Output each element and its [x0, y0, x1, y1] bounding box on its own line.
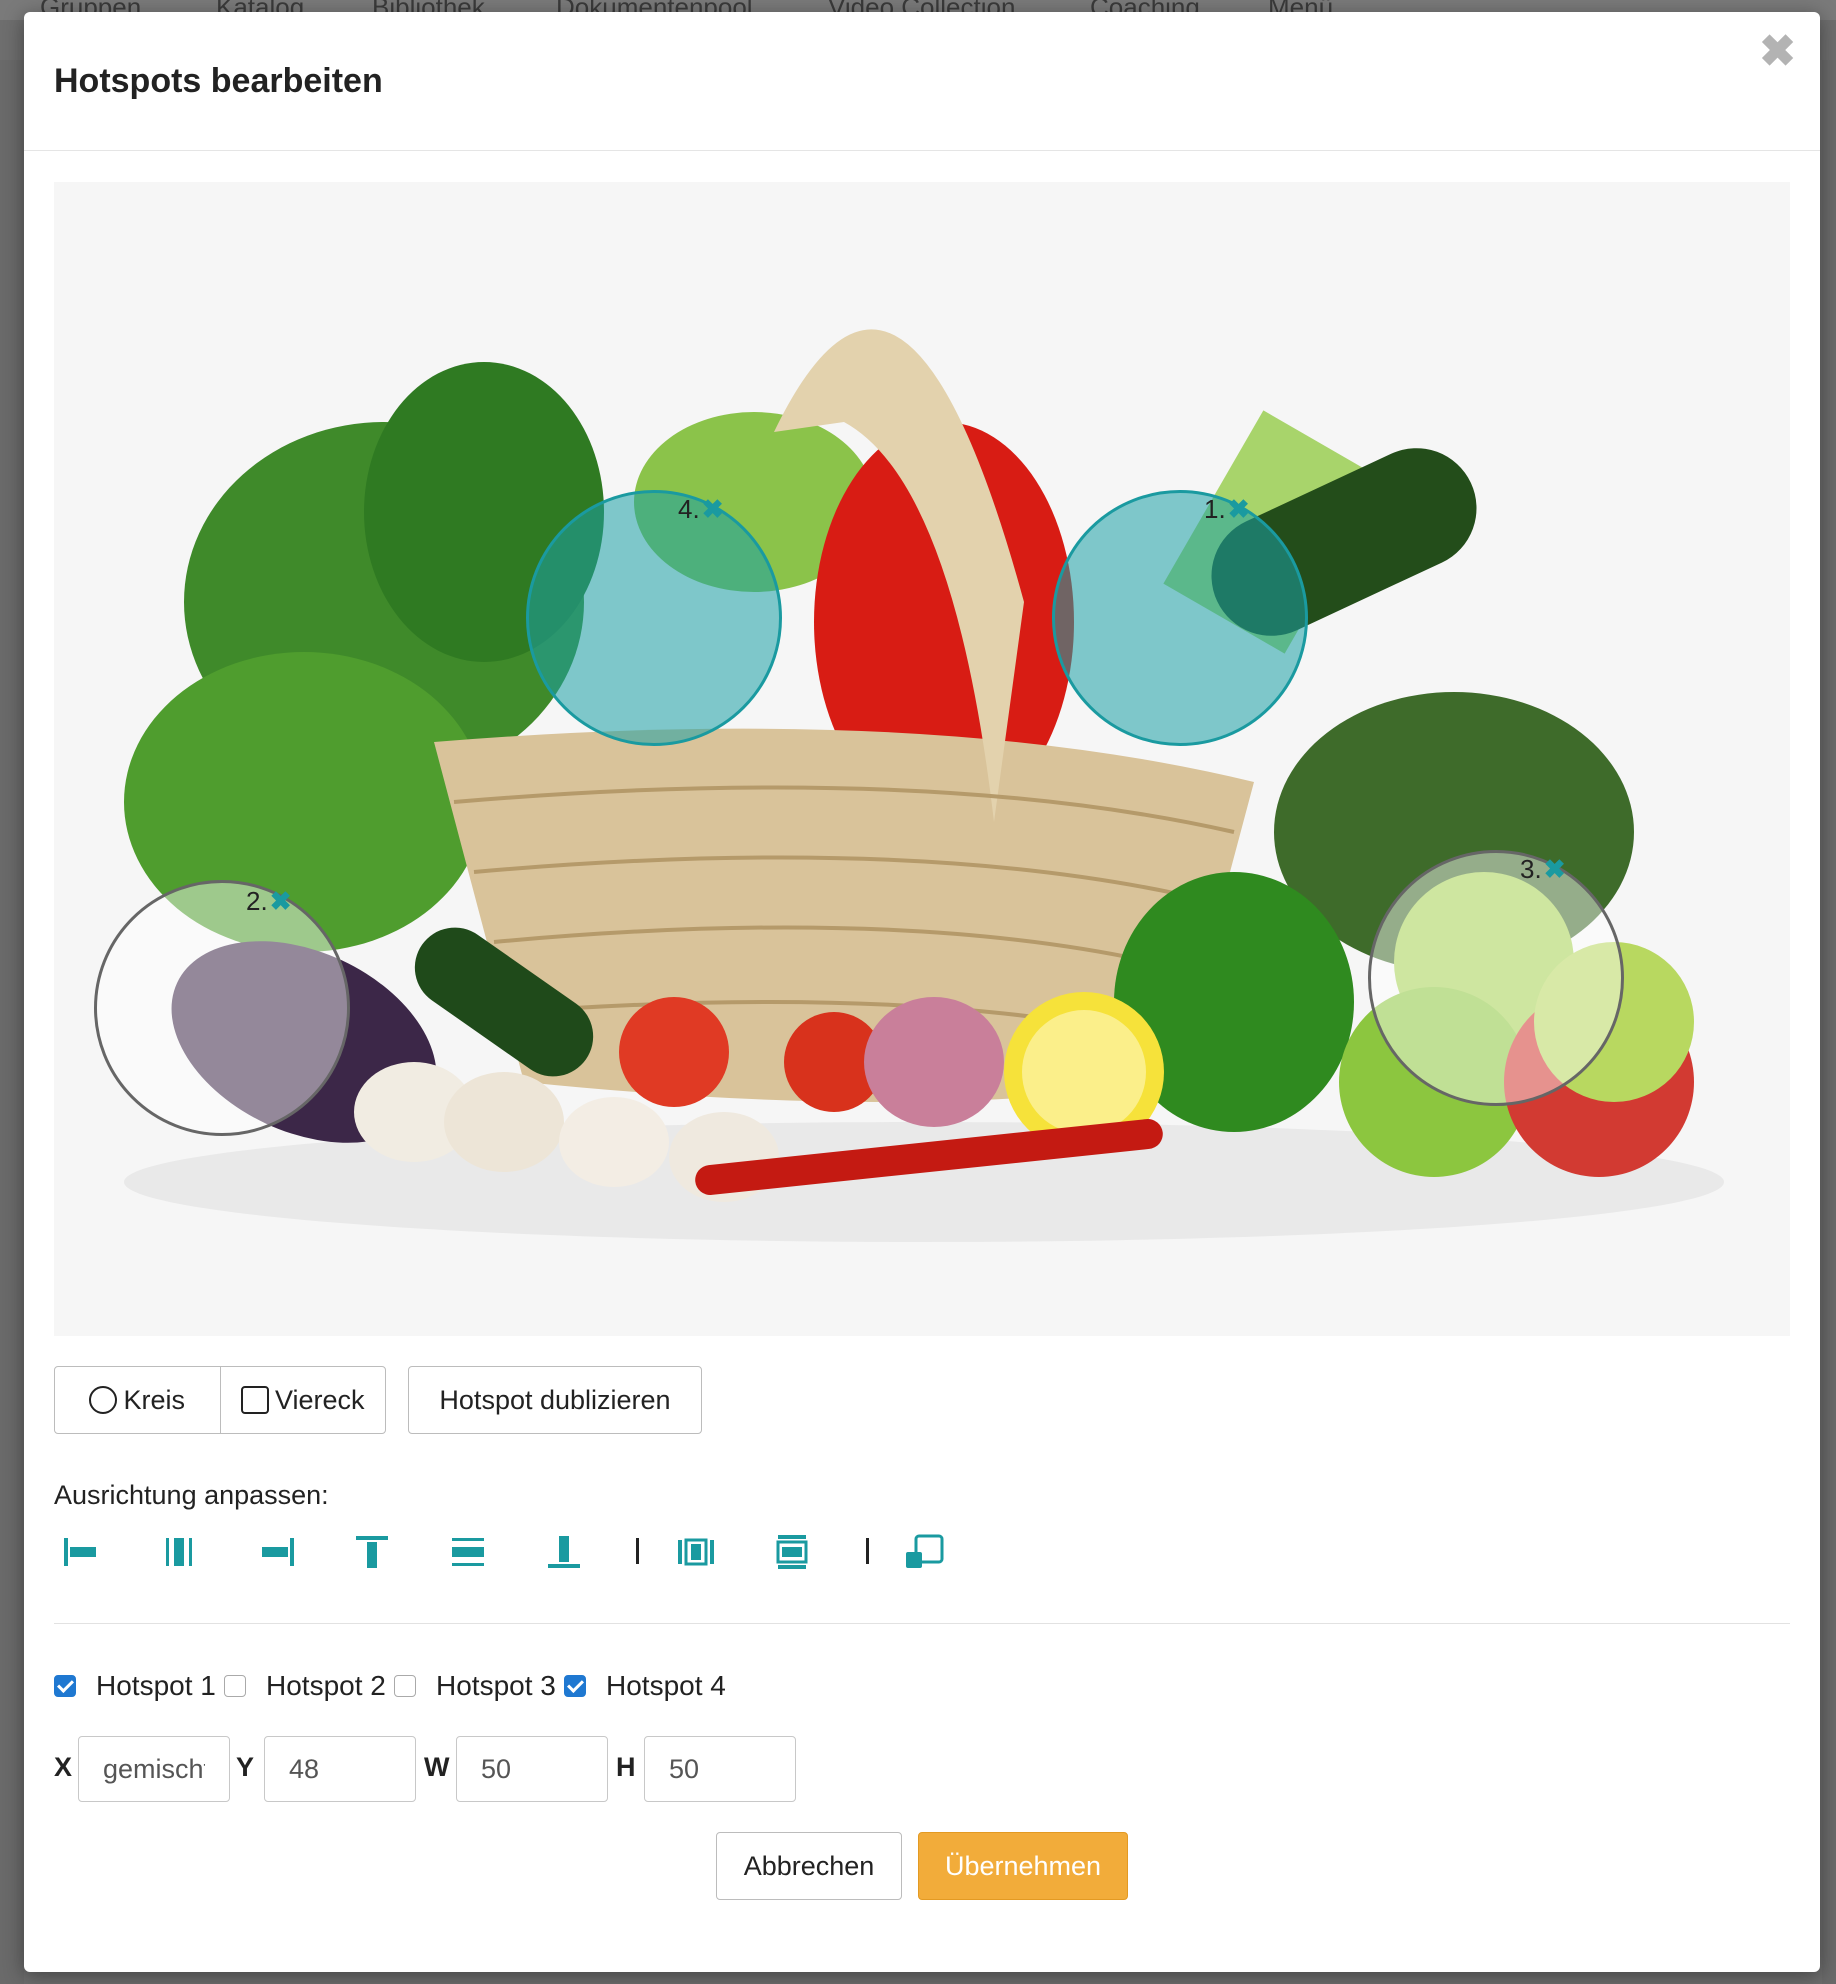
- hotspot-1[interactable]: [1052, 490, 1308, 746]
- hotspot-1-label: 1.✖: [1204, 494, 1249, 525]
- x-label: X: [54, 1752, 73, 1782]
- close-icon[interactable]: ✖: [1759, 30, 1796, 74]
- shape-button-group: Kreis Viereck: [54, 1366, 386, 1434]
- rectangle-shape-label: Viereck: [274, 1384, 365, 1415]
- checkbox-checked-icon[interactable]: [564, 1675, 586, 1697]
- hotspot-4-number: 4.: [678, 494, 700, 524]
- circle-shape-label: Kreis: [123, 1384, 185, 1415]
- h-label: H: [616, 1752, 636, 1782]
- alignment-separator: [636, 1538, 639, 1564]
- distribute-horizontal-icon[interactable]: [674, 1532, 718, 1572]
- align-center-horizontal-icon[interactable]: [158, 1532, 202, 1572]
- hotspot-3-number: 3.: [1520, 854, 1542, 884]
- remove-hotspot-3-icon[interactable]: ✖: [1544, 854, 1566, 884]
- y-label: Y: [236, 1752, 255, 1782]
- x-input[interactable]: [78, 1736, 230, 1802]
- hotspot-3-checkbox-label: Hotspot 3: [436, 1670, 556, 1701]
- y-input[interactable]: [264, 1736, 416, 1802]
- hotspot-3-checkbox[interactable]: Hotspot 3: [394, 1670, 556, 1702]
- remove-hotspot-2-icon[interactable]: ✖: [270, 886, 292, 916]
- vegetable-basket-image: [124, 329, 1724, 1242]
- h-input[interactable]: [644, 1736, 796, 1802]
- align-top-icon[interactable]: [350, 1532, 394, 1572]
- hotspot-image-canvas[interactable]: 4.✖ 1.✖ 2.✖ 3.✖: [54, 182, 1790, 1336]
- hotspot-1-checkbox[interactable]: Hotspot 1: [54, 1670, 216, 1702]
- square-icon: [240, 1386, 269, 1414]
- background-left-panel: [0, 60, 24, 1984]
- remove-hotspot-4-icon[interactable]: ✖: [702, 494, 724, 524]
- checkbox-checked-icon[interactable]: [54, 1675, 76, 1697]
- checkbox-unchecked-icon[interactable]: [394, 1675, 416, 1697]
- cancel-button[interactable]: Abbrechen: [716, 1832, 902, 1900]
- hotspot-editor-modal: Hotspots bearbeiten ✖ 4.✖ 1.✖ 2.✖ 3.✖ Kr…: [24, 12, 1820, 1972]
- hotspot-2-checkbox[interactable]: Hotspot 2: [224, 1670, 386, 1702]
- w-label: W: [424, 1752, 450, 1782]
- hotspot-3-label: 3.✖: [1520, 854, 1565, 885]
- duplicate-hotspot-button[interactable]: Hotspot dublizieren: [408, 1366, 702, 1434]
- apply-button[interactable]: Übernehmen: [918, 1832, 1128, 1900]
- alignment-label: Ausrichtung anpassen:: [54, 1480, 329, 1510]
- align-bottom-icon[interactable]: [542, 1532, 586, 1572]
- distribute-vertical-icon[interactable]: [770, 1532, 814, 1572]
- hotspot-1-number: 1.: [1204, 494, 1226, 524]
- hotspot-4[interactable]: [526, 490, 782, 746]
- remove-hotspot-1-icon[interactable]: ✖: [1228, 494, 1250, 524]
- circle-shape-button[interactable]: Kreis: [55, 1367, 220, 1433]
- hotspot-4-label: 4.✖: [678, 494, 723, 525]
- hotspot-2[interactable]: [94, 880, 350, 1136]
- section-divider: [54, 1623, 1790, 1624]
- align-right-icon[interactable]: [254, 1532, 298, 1572]
- hotspot-4-checkbox-label: Hotspot 4: [606, 1670, 726, 1701]
- background-right-panel: [1822, 60, 1836, 1984]
- align-middle-vertical-icon[interactable]: [446, 1532, 490, 1572]
- rectangle-shape-button[interactable]: Viereck: [219, 1367, 386, 1433]
- hotspot-2-number: 2.: [246, 886, 268, 916]
- hotspot-2-checkbox-label: Hotspot 2: [266, 1670, 386, 1701]
- modal-title: Hotspots bearbeiten: [54, 62, 383, 100]
- alignment-separator: [866, 1538, 869, 1564]
- circle-icon: [89, 1386, 118, 1414]
- same-size-icon[interactable]: [902, 1532, 946, 1572]
- hotspot-2-label: 2.✖: [246, 886, 291, 917]
- hotspot-3[interactable]: [1368, 850, 1624, 1106]
- hotspot-4-checkbox[interactable]: Hotspot 4: [564, 1670, 726, 1702]
- modal-header: Hotspots bearbeiten ✖: [24, 12, 1820, 151]
- hotspot-1-checkbox-label: Hotspot 1: [96, 1670, 216, 1701]
- w-input[interactable]: [456, 1736, 608, 1802]
- align-left-icon[interactable]: [60, 1532, 104, 1572]
- checkbox-unchecked-icon[interactable]: [224, 1675, 246, 1697]
